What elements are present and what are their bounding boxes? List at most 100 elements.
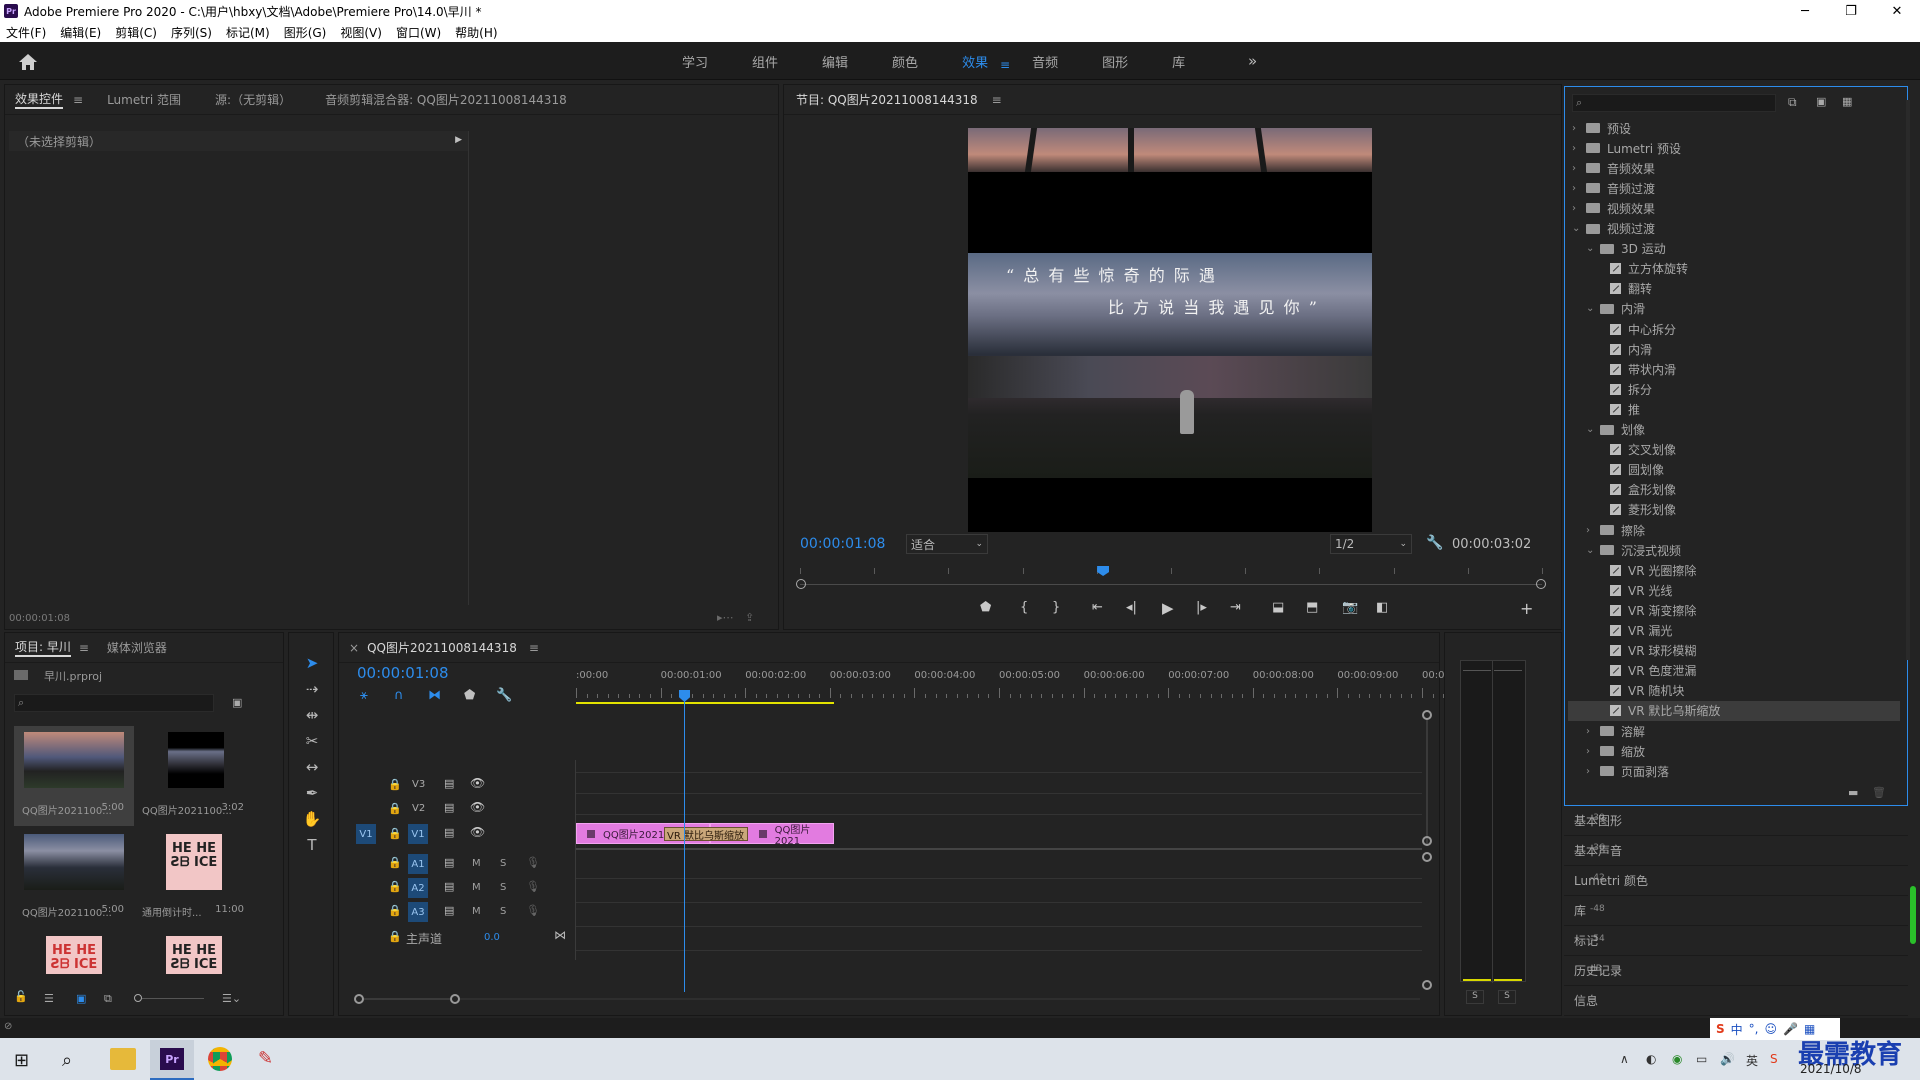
side-scrollbar[interactable] <box>1910 886 1916 944</box>
effects-scrollbar[interactable] <box>1906 100 1910 660</box>
project-item-6[interactable]: HE HE Ƨᗷ ICE <box>134 930 254 974</box>
export-frame-icon[interactable]: ⇪ <box>745 611 754 624</box>
tray-ime-icon[interactable]: 英 <box>1746 1052 1758 1069</box>
menu-sequence[interactable]: 序列(S) <box>171 24 212 41</box>
vertical-zoom-scrollbar[interactable] <box>1422 710 1432 990</box>
extract-icon[interactable]: ⬒ <box>1306 600 1318 615</box>
menu-marker[interactable]: 标记(M) <box>226 24 270 41</box>
razor-tool-icon[interactable]: ✂ <box>300 730 324 752</box>
tray-display-icon[interactable]: ▭ <box>1696 1052 1707 1066</box>
accelerated-effects-icon[interactable]: ⧉ <box>1788 95 1797 110</box>
effect-item[interactable]: 交叉划像 <box>1568 440 1900 460</box>
panel-lumetri-color[interactable]: Lumetri 颜色 <box>1564 866 1908 896</box>
list-view-icon[interactable]: ☰ <box>44 992 54 1005</box>
mic-icon[interactable]: 🎤 <box>1783 1022 1798 1036</box>
project-item-2[interactable]: QQ图片2021100... 3:02 <box>134 726 254 826</box>
effects-folder[interactable]: › 溶解 <box>1568 721 1900 741</box>
effect-item[interactable]: VR 随机块 <box>1568 681 1900 701</box>
type-tool-icon[interactable]: T <box>300 834 324 856</box>
source-patch-v1[interactable]: V1 <box>356 824 376 844</box>
resolution-select[interactable]: 1/2 ⌄ <box>1330 534 1412 554</box>
ripple-edit-tool-icon[interactable]: ⇹ <box>300 704 324 726</box>
menu-help[interactable]: 帮助(H) <box>455 24 497 41</box>
project-item-5[interactable]: HE HE Ƨᗷ ICE <box>14 930 134 974</box>
hand-tool-icon[interactable]: ✋ <box>300 808 324 830</box>
chrome-icon[interactable] <box>208 1047 232 1071</box>
effect-item[interactable]: 推 <box>1568 399 1900 419</box>
tray-network-icon[interactable]: ◐ <box>1646 1052 1656 1066</box>
effects-folder[interactable]: › 预设 <box>1568 118 1900 138</box>
chevron-right-icon[interactable]: › <box>1586 525 1600 536</box>
meter-solo-left[interactable]: S <box>1466 990 1484 1004</box>
chevron-down-icon[interactable]: ⌄ <box>1586 545 1600 556</box>
effect-item[interactable]: 带状内滑 <box>1568 359 1900 379</box>
effects-folder[interactable]: › 音频效果 <box>1568 158 1900 178</box>
track-lock-icon[interactable]: 🔒 <box>388 802 402 815</box>
track-lock-icon[interactable]: 🔒 <box>388 827 402 840</box>
chevron-right-icon[interactable]: › <box>1586 766 1600 777</box>
effect-item[interactable]: 拆分 <box>1568 379 1900 399</box>
workspace-tab-editing[interactable]: 编辑 <box>822 52 848 71</box>
effects-folder[interactable]: ⌄ 沉浸式视频 <box>1568 540 1900 560</box>
track-lock-icon[interactable]: 🔒 <box>388 856 402 869</box>
menu-file[interactable]: 文件(F) <box>6 24 46 41</box>
tab-program[interactable]: 节目: QQ图片20211008144318 <box>796 91 978 108</box>
sync-lock-icon[interactable]: ▤ <box>444 880 454 893</box>
sync-lock-icon[interactable]: ▤ <box>444 856 454 869</box>
menu-edit[interactable]: 编辑(E) <box>60 24 101 41</box>
project-item-3[interactable]: QQ图片2021100... 5:00 <box>14 828 134 928</box>
effect-item[interactable]: VR 光线 <box>1568 580 1900 600</box>
delete-icon[interactable]: 🗑 <box>1872 786 1886 799</box>
slip-tool-icon[interactable]: ↔ <box>300 756 324 778</box>
menu-clip[interactable]: 剪辑(C) <box>115 24 157 41</box>
home-icon[interactable] <box>18 53 38 71</box>
tab-media-browser[interactable]: 媒体浏览器 <box>107 639 167 656</box>
wrench-icon[interactable]: 🔧 <box>1426 535 1443 551</box>
close-icon[interactable]: ✕ <box>1874 0 1920 22</box>
icon-view-icon[interactable]: ▣ <box>76 992 86 1005</box>
new-bin-icon[interactable]: ▬ <box>1848 786 1858 799</box>
effects-folder[interactable]: › 缩放 <box>1568 741 1900 761</box>
windows-start-icon[interactable]: ⊞ <box>14 1050 29 1071</box>
snap-icon[interactable]: ∩ <box>394 688 404 703</box>
tray-sogou-icon[interactable]: S <box>1770 1052 1778 1066</box>
zoom-fit-select[interactable]: 适合 ⌄ <box>906 534 988 554</box>
play-audio-icon[interactable]: ▸⋯ <box>717 611 734 624</box>
effects-folder[interactable]: ⌄ 视频过渡 <box>1568 219 1900 239</box>
freeform-view-icon[interactable]: ⧉ <box>104 992 112 1006</box>
paint-app-icon[interactable]: ✎ <box>258 1048 273 1069</box>
pen-tool-icon[interactable]: ✒ <box>300 782 324 804</box>
solo-toggle[interactable]: S <box>500 882 506 893</box>
taskbar-premiere-button[interactable]: Pr <box>150 1040 194 1080</box>
chevron-right-icon[interactable]: › <box>1572 163 1586 174</box>
play-icon[interactable]: ▶ <box>1162 599 1174 617</box>
master-volume-value[interactable]: 0.0 <box>484 932 500 943</box>
project-search-input[interactable]: ⌕ <box>14 694 214 712</box>
mark-in-icon[interactable]: { <box>1020 600 1028 615</box>
track-lock-icon[interactable]: 🔒 <box>388 880 402 893</box>
export-frame-camera-icon[interactable]: 📷 <box>1342 600 1358 615</box>
effect-item[interactable]: 菱形划像 <box>1568 500 1900 520</box>
effect-item[interactable]: VR 光圈擦除 <box>1568 560 1900 580</box>
menu-graphics[interactable]: 图形(G) <box>284 24 327 41</box>
panel-libraries[interactable]: 库 <box>1564 896 1908 926</box>
horizontal-zoom-scrollbar[interactable] <box>354 994 460 1004</box>
effects-folder[interactable]: › 擦除 <box>1568 520 1900 540</box>
minimize-icon[interactable]: ─ <box>1782 0 1828 22</box>
menu-view[interactable]: 视图(V) <box>340 24 382 41</box>
project-item-1[interactable]: QQ图片2021100... 5:00 <box>14 726 134 826</box>
yuv-effects-icon[interactable]: ▦ <box>1842 95 1852 108</box>
effect-item[interactable]: 盒形划像 <box>1568 480 1900 500</box>
track-target-v1[interactable]: V1 <box>408 824 428 844</box>
workspace-overflow-icon[interactable]: » <box>1248 52 1257 70</box>
workspace-tab-color[interactable]: 颜色 <box>892 52 918 71</box>
effects-folder[interactable]: ⌄ 3D 运动 <box>1568 239 1900 259</box>
tab-audio-clip-mixer[interactable]: 音频剪辑混合器: QQ图片20211008144318 <box>325 91 567 108</box>
mute-toggle[interactable]: M <box>472 882 481 893</box>
lift-icon[interactable]: ⬓ <box>1272 600 1284 615</box>
timeline-playhead[interactable] <box>684 690 685 992</box>
chevron-right-icon[interactable]: › <box>1572 143 1586 154</box>
timeline-menu-icon[interactable]: ≡ <box>529 641 539 655</box>
work-area-bar[interactable] <box>576 702 834 704</box>
menu-window[interactable]: 窗口(W) <box>396 24 441 41</box>
